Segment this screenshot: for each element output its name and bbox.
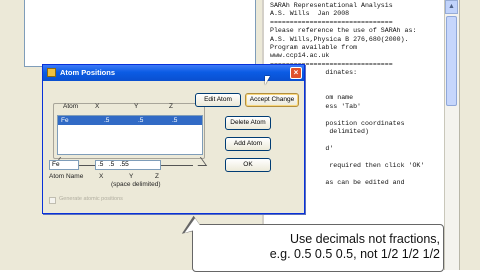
field-label-z: Z <box>155 173 159 180</box>
dialog-title: Atom Positions <box>60 68 116 77</box>
atom-list[interactable]: Fe .5 .5 .5 <box>57 115 203 155</box>
accept-change-button[interactable]: Accept Change <box>245 93 299 107</box>
bracket-right <box>191 157 208 166</box>
coord-x-value: .5 <box>98 161 104 168</box>
space-delimited-note: (space delimited) <box>111 181 161 188</box>
row-atom: Fe <box>61 117 69 124</box>
atom-positions-dialog: Atom Positions × Atom X Y Z Fe .5 .5 .5 … <box>42 64 305 214</box>
console-scrollbar[interactable]: ▲ <box>444 0 459 270</box>
row-y: .5 <box>138 117 144 124</box>
callout-line-2: e.g. 0.5 0.5 0.5, not 1/2 1/2 1/2 <box>269 247 440 261</box>
row-z: .5 <box>172 117 178 124</box>
coordinates-input[interactable]: .5 .5 .55 <box>95 160 161 170</box>
edit-atom-button[interactable]: Edit Atom <box>195 93 241 107</box>
delete-atom-button[interactable]: Delete Atom <box>225 116 271 130</box>
header-y: Y <box>134 103 139 110</box>
generate-positions-checkbox[interactable] <box>49 197 56 204</box>
field-label-y: Y <box>129 173 134 180</box>
header-atom: Atom <box>63 103 79 110</box>
atom-name-label: Atom Name <box>49 173 84 180</box>
field-label-x: X <box>99 173 104 180</box>
scroll-up-arrow-icon[interactable]: ▲ <box>445 0 458 14</box>
app-icon <box>47 68 56 77</box>
generate-positions-label: Generate atomic positions <box>59 196 123 202</box>
scroll-thumb[interactable] <box>446 16 457 106</box>
callout-line-1: Use decimals not fractions, <box>289 232 440 246</box>
header-z: Z <box>169 103 173 110</box>
header-x: X <box>95 103 100 110</box>
row-x: .5 <box>104 117 110 124</box>
coord-z-value: .55 <box>119 161 129 168</box>
mouse-pointer-icon <box>265 76 270 85</box>
atom-row-selected[interactable]: Fe .5 .5 .5 <box>58 116 202 125</box>
atom-name-input[interactable]: Fe <box>49 160 79 170</box>
background-text-area <box>24 0 256 67</box>
ok-button[interactable]: OK <box>225 158 271 172</box>
close-button[interactable]: × <box>290 67 302 79</box>
add-atom-button[interactable]: Add Atom <box>225 137 271 151</box>
callout-text: Use decimals not fractions, e.g. 0.5 0.5… <box>210 232 440 262</box>
coord-y-value: .5 <box>108 161 115 168</box>
window-frame-right <box>459 0 480 270</box>
